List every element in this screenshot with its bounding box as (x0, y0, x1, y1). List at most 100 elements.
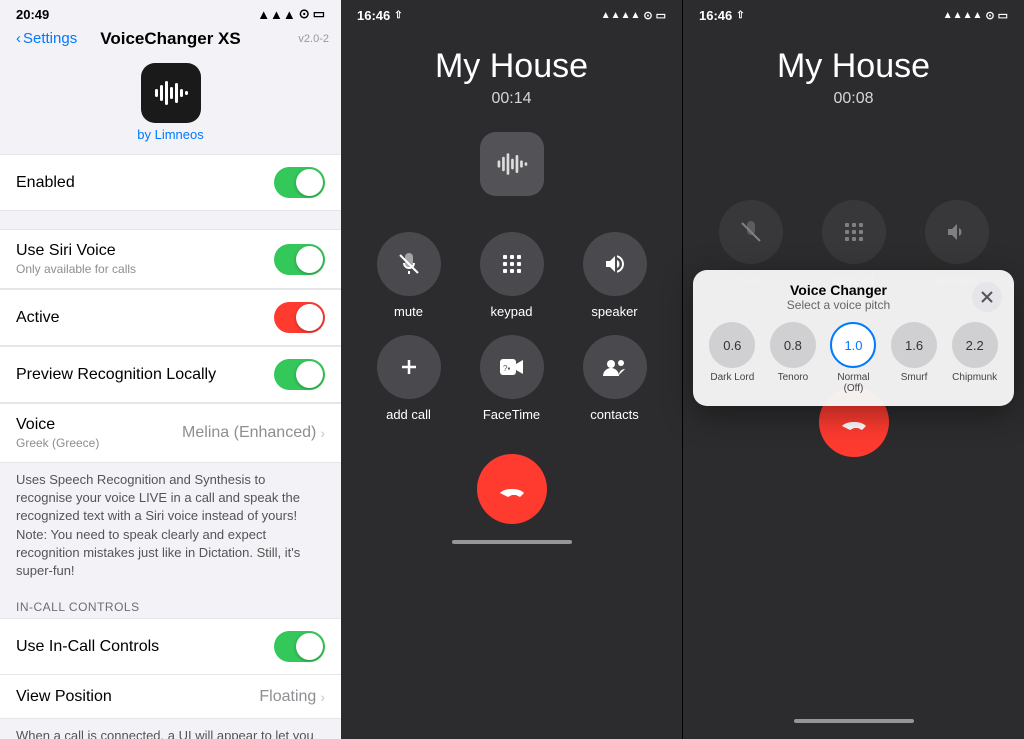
voice-left: Voice Greek (Greece) (16, 416, 99, 450)
view-position-label: View Position (16, 688, 112, 706)
siri-voice-toggle[interactable] (274, 244, 325, 275)
popup-close-button[interactable] (972, 282, 1002, 312)
add-call-icon-circle (377, 335, 441, 399)
settings-panel: 20:49 ▲▲▲ ⊙ ▭ ‹ Settings VoiceChanger XS… (0, 0, 341, 739)
keypad-icon-circle (480, 232, 544, 296)
siri-voice-cell[interactable]: Use Siri Voice Only available for calls (0, 229, 341, 289)
signal-icon: ▲▲▲▲ (601, 10, 641, 21)
dark-lord-circle: 0.6 (709, 322, 755, 368)
toggle-knob (296, 304, 323, 331)
add-call-label: add call (386, 407, 431, 422)
view-position-value[interactable]: Floating › (259, 688, 325, 706)
spacer-1 (0, 211, 341, 229)
contacts-button[interactable]: contacts (571, 335, 658, 422)
preview-cell[interactable]: Preview Recognition Locally (0, 346, 341, 403)
enabled-cell[interactable]: Enabled (0, 154, 341, 211)
phone2-time: 16:46 (699, 8, 732, 23)
contacts-label: contacts (590, 407, 638, 422)
speaker-label: speaker (591, 304, 637, 319)
app-author: by Limneos (137, 127, 203, 142)
normal-circle: 1.0 (830, 322, 876, 368)
settings-content: Enabled Use Siri Voice Only available fo… (0, 154, 341, 739)
normal-option[interactable]: 1.0 Normal (Off) (826, 322, 881, 394)
siri-voice-group: Use Siri Voice Only available for calls (0, 229, 341, 289)
phone2-status-icons: ▲▲▲▲ ⊙ ▭ (943, 9, 1008, 22)
keypad-button[interactable]: keypad (468, 232, 555, 319)
battery-icon: ▭ (656, 9, 666, 22)
tenoro-name: Tenoro (778, 372, 809, 383)
smurf-option[interactable]: 1.6 Smurf (887, 322, 942, 394)
contacts-icon (601, 356, 629, 378)
enabled-label: Enabled (16, 174, 75, 192)
phone2-status-bar: 16:46 ⇧ ▲▲▲▲ ⊙ ▭ (683, 0, 1024, 27)
signal-icon-2: ▲▲▲▲ (943, 10, 983, 21)
popup-subtitle: Select a voice pitch (705, 298, 972, 312)
phone2-speaker-circle (925, 200, 989, 264)
popup-title: Voice Changer (705, 282, 972, 298)
chevron-left-icon: ‹ (16, 30, 21, 47)
enabled-toggle[interactable] (274, 167, 325, 198)
waveform-icon (151, 73, 191, 113)
location-icon: ⇧ (394, 10, 402, 21)
toggle-knob (296, 633, 323, 660)
active-toggle[interactable] (274, 302, 325, 333)
voice-value-text: Melina (Enhanced) (182, 424, 316, 442)
phone2-call-name: My House (683, 47, 1024, 86)
phone2-call-time: 00:08 (683, 90, 1024, 108)
keypad-label: keypad (491, 304, 533, 319)
speaker-icon (603, 252, 627, 276)
preview-label: Preview Recognition Locally (16, 366, 216, 384)
phone2-mute-circle (719, 200, 783, 264)
facetime-button[interactable]: ?▪ FaceTime (468, 335, 555, 422)
plus-icon (397, 355, 421, 379)
popup-title-section: Voice Changer Select a voice pitch (705, 282, 972, 312)
speaker-icon-2 (945, 220, 969, 244)
battery-icon-2: ▭ (998, 9, 1008, 22)
use-in-call-toggle[interactable] (274, 631, 325, 662)
phone1-status-icons: ▲▲▲▲ ⊙ ▭ (601, 9, 666, 22)
voice-value[interactable]: Melina (Enhanced) › (182, 424, 325, 442)
voice-changer-icon (480, 132, 544, 196)
voice-sublabel: Greek (Greece) (16, 436, 99, 450)
voice-cell[interactable]: Voice Greek (Greece) Melina (Enhanced) › (0, 403, 341, 463)
siri-voice-sublabel: Only available for calls (16, 262, 136, 276)
location-icon-2: ⇧ (736, 10, 744, 21)
mute-label: mute (394, 304, 423, 319)
speaker-button[interactable]: speaker (571, 232, 658, 319)
nav-title: VoiceChanger XS (100, 29, 240, 49)
phone-screen-2: 16:46 ⇧ ▲▲▲▲ ⊙ ▭ My House 00:08 mute (683, 0, 1024, 739)
voice-group: Voice Greek (Greece) Melina (Enhanced) › (0, 403, 341, 463)
active-cell[interactable]: Active (0, 289, 341, 346)
chevron-right-icon: › (320, 689, 325, 705)
phone-end-icon (496, 473, 528, 505)
mute-button[interactable]: mute (365, 232, 452, 319)
use-in-call-cell[interactable]: Use In-Call Controls (0, 618, 341, 675)
end-call-button[interactable] (477, 454, 547, 524)
back-button[interactable]: ‹ Settings (16, 30, 77, 47)
preview-toggle[interactable] (274, 359, 325, 390)
contacts-icon-circle (583, 335, 647, 399)
settings-time: 20:49 (16, 7, 49, 22)
in-call-info-text: When a call is connected, a UI will appe… (0, 719, 341, 739)
in-call-section-header: IN-CALL CONTROLS (0, 592, 341, 618)
add-call-button[interactable]: add call (365, 335, 452, 422)
app-icon-section: by Limneos (0, 55, 341, 154)
chipmunk-option[interactable]: 2.2 Chipmunk (947, 322, 1002, 394)
view-position-text: Floating (259, 688, 316, 706)
signal-icon: ▲▲▲ (257, 7, 296, 22)
view-position-cell[interactable]: View Position Floating › (0, 675, 341, 719)
version-badge: v2.0-2 (298, 33, 329, 45)
status-bar-settings: 20:49 ▲▲▲ ⊙ ▭ (0, 0, 341, 26)
facetime-icon: ?▪ (499, 356, 525, 378)
expand-icon (980, 290, 994, 304)
dark-lord-option[interactable]: 0.6 Dark Lord (705, 322, 760, 394)
phone1-call-buttons: mute keypad (341, 232, 682, 422)
phone2-time-section: 16:46 ⇧ (699, 8, 745, 23)
tenoro-circle: 0.8 (770, 322, 816, 368)
info-text: Uses Speech Recognition and Synthesis to… (0, 463, 341, 592)
tenoro-option[interactable]: 0.8 Tenoro (766, 322, 821, 394)
nav-bar: ‹ Settings VoiceChanger XS v2.0-2 (0, 26, 341, 55)
phone-screen-1: 16:46 ⇧ ▲▲▲▲ ⊙ ▭ My House 00:14 (341, 0, 682, 739)
dark-lord-name: Dark Lord (710, 372, 754, 383)
phone1-status-bar: 16:46 ⇧ ▲▲▲▲ ⊙ ▭ (341, 0, 682, 27)
